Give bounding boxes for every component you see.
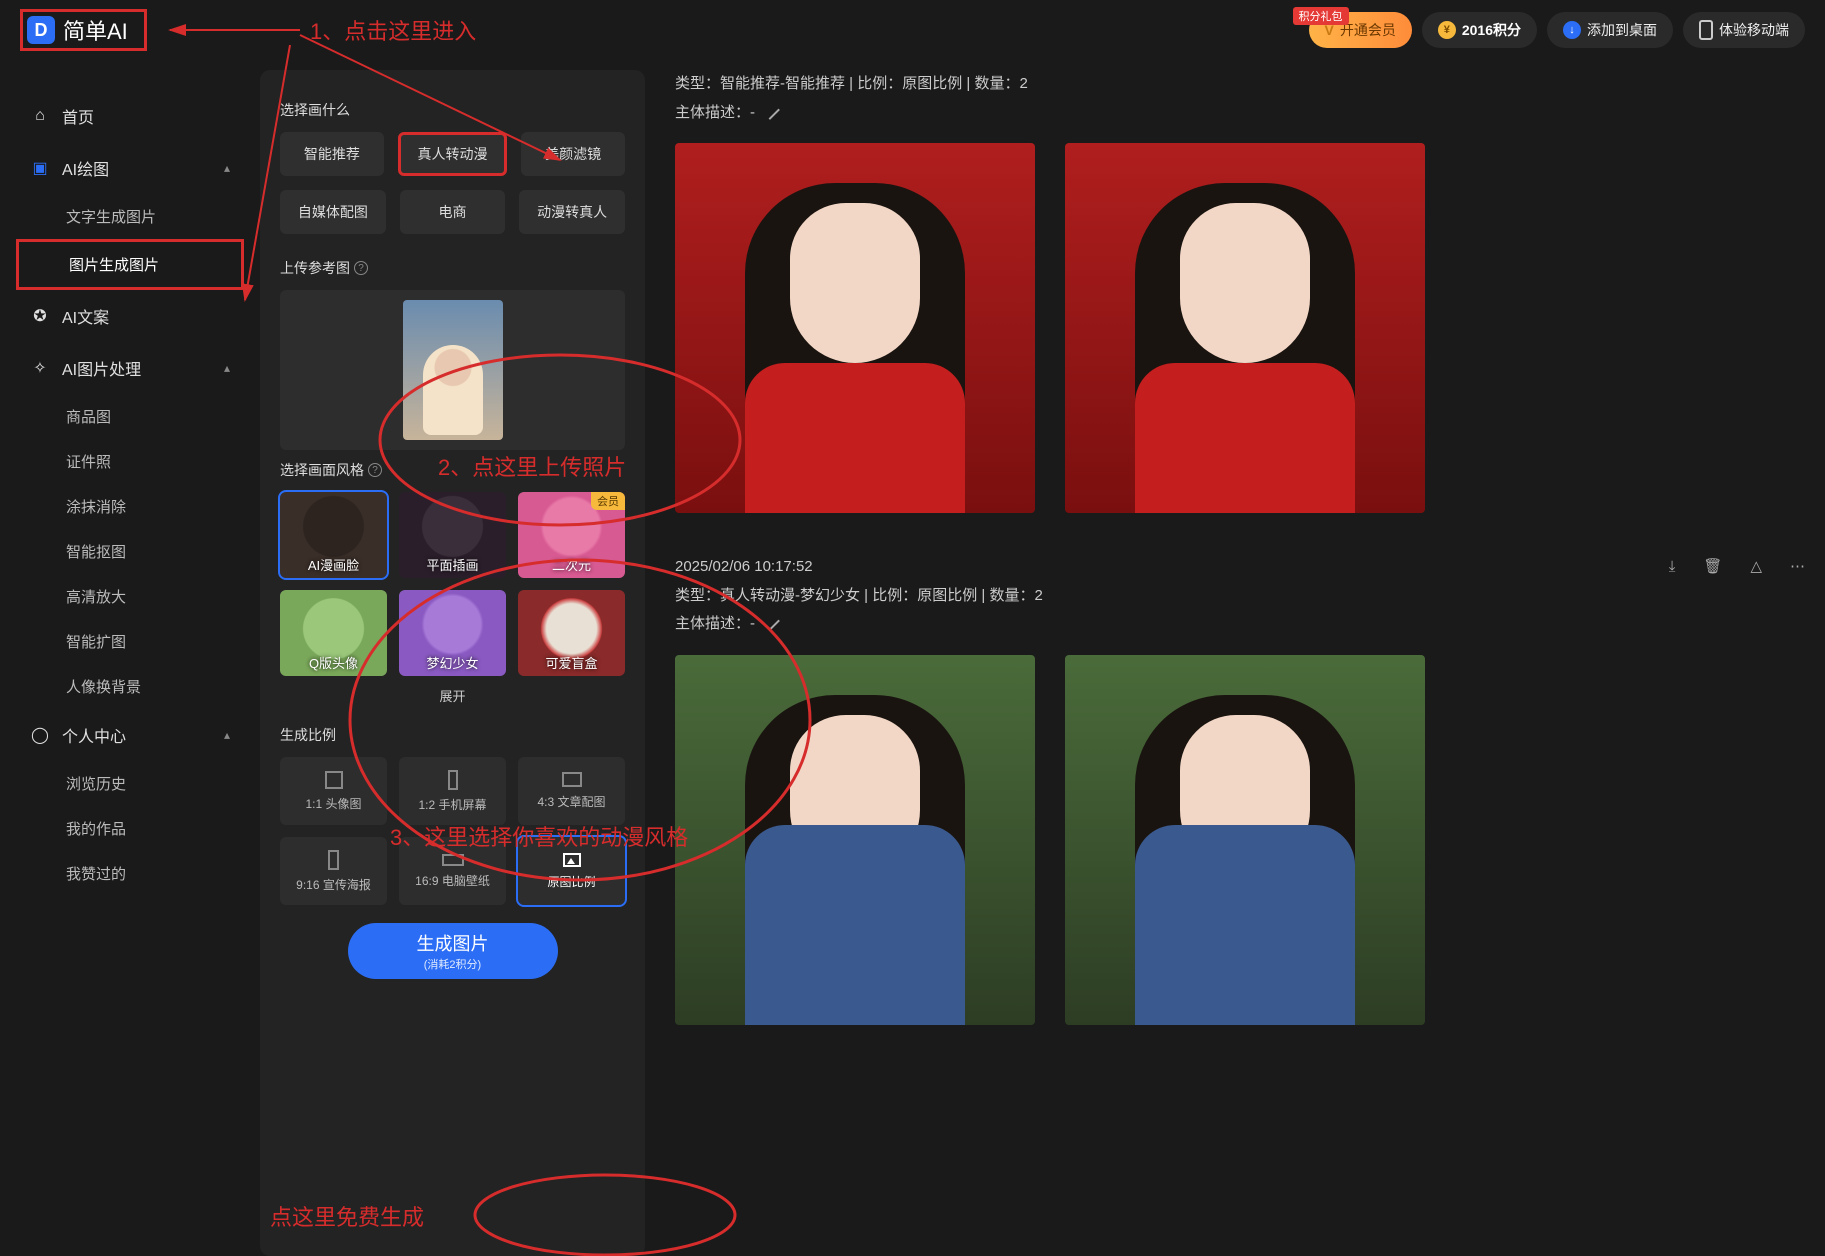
result-meta: ⤓ 🗑 △ ⋯ 2025/02/06 10:17:52 类型：真人转动漫-梦幻少… [675, 553, 1805, 639]
style-card[interactable]: 可爱盲盒 [518, 590, 625, 676]
section-title-style: 选择画面风格? [280, 460, 625, 480]
ratio-card[interactable]: 1:1 头像图 [280, 757, 387, 825]
cat-chip[interactable]: 动漫转真人 [519, 190, 625, 234]
cat-chip[interactable]: 真人转动漫 [398, 132, 508, 176]
results-area: 类型：智能推荐-智能推荐 | 比例：原图比例 | 数量：2 主体描述：- ⤓ 🗑… [655, 60, 1825, 1256]
section-title-what: 选择画什么 [280, 100, 625, 120]
nav-pers-item[interactable]: 我赞过的 [16, 851, 244, 896]
help-icon[interactable]: ? [368, 463, 382, 477]
nav-personal[interactable]: ◯ 个人中心 ▴ [16, 709, 244, 761]
nav-proc-item[interactable]: 商品图 [16, 394, 244, 439]
magic-icon: ✧ [30, 358, 50, 378]
cat-chip[interactable]: 自媒体配图 [280, 190, 386, 234]
chevron-up-icon: ▴ [224, 161, 230, 175]
result-image[interactable] [675, 143, 1035, 513]
nav-ai-process[interactable]: ✧ AI图片处理 ▴ [16, 342, 244, 394]
nav-proc-item[interactable]: 智能抠图 [16, 529, 244, 574]
download-icon[interactable]: ⤓ [1669, 553, 1676, 582]
nav-proc-item[interactable]: 涂抹消除 [16, 484, 244, 529]
style-card[interactable]: 平面插画 [399, 492, 506, 578]
nav-proc-item[interactable]: 智能扩图 [16, 619, 244, 664]
sidebar: ⌂ 首页 ▣ AI绘图 ▴ 文字生成图片 图片生成图片 ✪ AI文案 ✧ AI图… [0, 60, 260, 1256]
phone-icon [1699, 20, 1713, 40]
cat-chip[interactable]: 电商 [400, 190, 506, 234]
try-mobile-button[interactable]: 体验移动端 [1683, 12, 1805, 48]
points-pill[interactable]: ¥ 2016积分 [1422, 12, 1537, 48]
style-card[interactable]: AI漫画脸 [280, 492, 387, 578]
chevron-up-icon: ▴ [224, 361, 230, 375]
nav-ai-copy[interactable]: ✪ AI文案 [16, 290, 244, 342]
nav-text2img[interactable]: 文字生成图片 [16, 194, 244, 239]
help-icon[interactable]: ? [354, 261, 368, 275]
chevron-up-icon: ▴ [224, 728, 230, 742]
edit-icon[interactable] [760, 100, 780, 120]
upload-zone[interactable] [280, 290, 625, 450]
result-meta: 类型：智能推荐-智能推荐 | 比例：原图比例 | 数量：2 主体描述：- [675, 70, 1805, 127]
nav-proc-item[interactable]: 证件照 [16, 439, 244, 484]
style-card[interactable]: 梦幻少女 [399, 590, 506, 676]
download-icon: ↓ [1563, 21, 1581, 39]
section-title-upload: 上传参考图? [280, 258, 625, 278]
ratio-card[interactable]: 16:9 电脑壁纸 [399, 837, 506, 905]
warn-icon[interactable]: △ [1750, 553, 1762, 582]
logo-icon: D [27, 16, 55, 44]
ai-icon: ✪ [30, 306, 50, 326]
nav-img2img[interactable]: 图片生成图片 [16, 239, 244, 290]
header: D 简单AI 积分礼包 V 开通会员 ¥ 2016积分 ↓ 添加到桌面 体验移动… [0, 0, 1825, 60]
user-icon: ◯ [30, 725, 50, 745]
home-icon: ⌂ [30, 107, 50, 125]
more-icon[interactable]: ⋯ [1790, 553, 1805, 582]
result-block: ⤓ 🗑 △ ⋯ 2025/02/06 10:17:52 类型：真人转动漫-梦幻少… [675, 553, 1805, 1025]
result-block: 类型：智能推荐-智能推荐 | 比例：原图比例 | 数量：2 主体描述：- [675, 70, 1805, 513]
style-card[interactable]: Q版头像 [280, 590, 387, 676]
logo[interactable]: D 简单AI [20, 9, 147, 51]
ratio-card[interactable]: 1:2 手机屏幕 [399, 757, 506, 825]
upload-thumbnail [403, 300, 503, 440]
result-image[interactable] [1065, 655, 1425, 1025]
generate-button[interactable]: 生成图片 (消耗2积分) [348, 923, 558, 979]
nav-ai-draw[interactable]: ▣ AI绘图 ▴ [16, 142, 244, 194]
section-title-ratio: 生成比例 [280, 725, 625, 745]
image-icon: ▣ [30, 158, 50, 178]
ratio-card[interactable]: 9:16 宣传海报 [280, 837, 387, 905]
ratio-card[interactable]: 原图比例 [518, 837, 625, 905]
expand-button[interactable]: 展开 [280, 676, 625, 715]
style-card[interactable]: 会员二次元 [518, 492, 625, 578]
cat-chip[interactable]: 美颜滤镜 [521, 132, 625, 176]
delete-icon[interactable]: 🗑 [1703, 553, 1722, 582]
edit-icon[interactable] [760, 611, 780, 631]
nav-pers-item[interactable]: 浏览历史 [16, 761, 244, 806]
nav-home[interactable]: ⌂ 首页 [16, 90, 244, 142]
nav-pers-item[interactable]: 我的作品 [16, 806, 244, 851]
coin-icon: ¥ [1438, 21, 1456, 39]
ratio-card[interactable]: 4:3 文章配图 [518, 757, 625, 825]
logo-text: 简单AI [63, 14, 128, 46]
control-panel: 选择画什么 智能推荐 真人转动漫 美颜滤镜 自媒体配图 电商 动漫转真人 上传参… [260, 70, 645, 1256]
cat-chip[interactable]: 智能推荐 [280, 132, 384, 176]
nav-proc-item[interactable]: 人像换背景 [16, 664, 244, 709]
add-desktop-button[interactable]: ↓ 添加到桌面 [1547, 12, 1673, 48]
nav-proc-item[interactable]: 高清放大 [16, 574, 244, 619]
gift-badge: 积分礼包 [1293, 7, 1349, 25]
result-image[interactable] [675, 655, 1035, 1025]
result-image[interactable] [1065, 143, 1425, 513]
